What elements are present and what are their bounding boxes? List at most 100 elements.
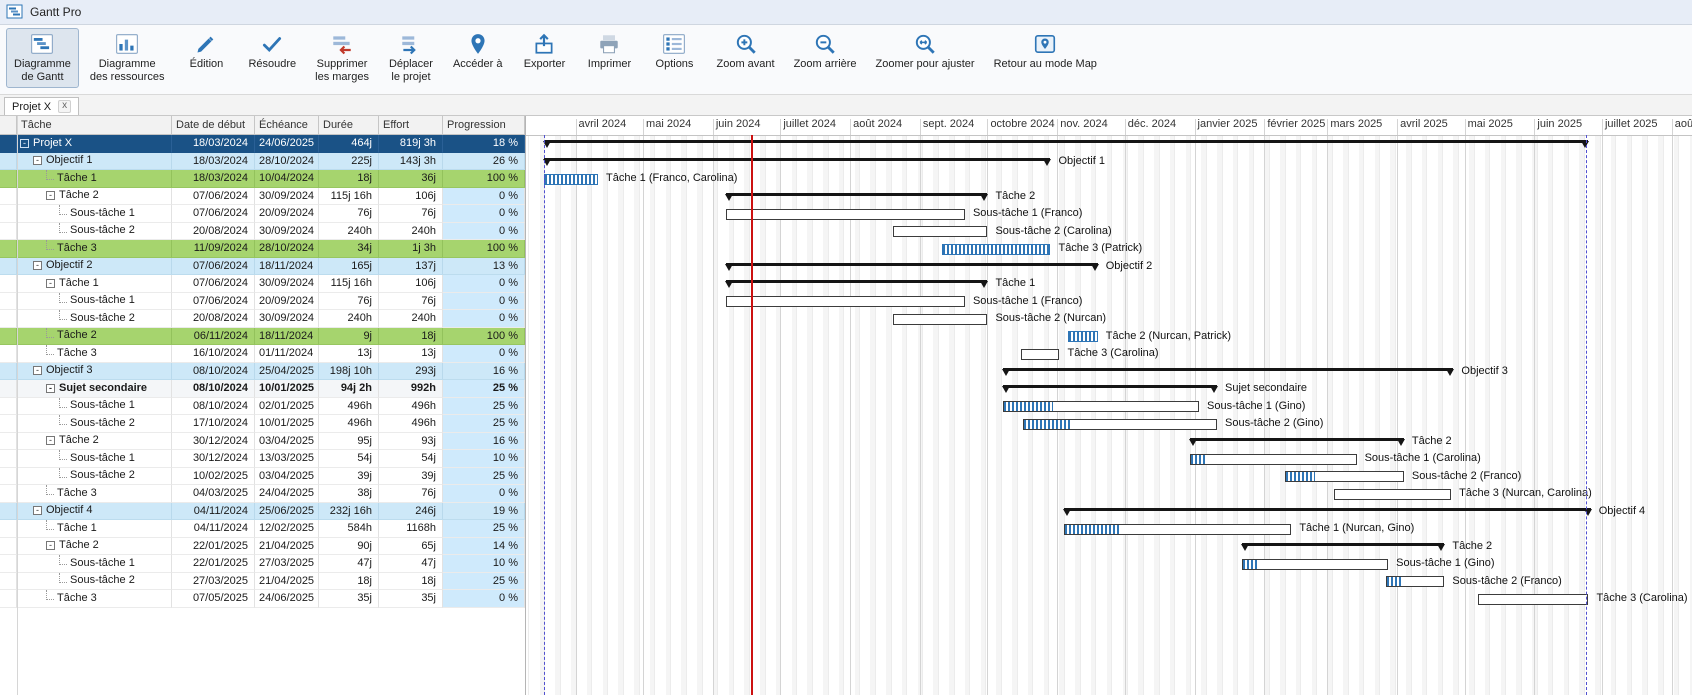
summary-bar[interactable] — [726, 280, 987, 283]
summary-bar[interactable] — [1003, 385, 1217, 388]
toolbar-button-resource-chart[interactable]: Diagramme des ressources — [82, 28, 173, 88]
task-bar[interactable] — [1386, 576, 1445, 587]
toolbar-button-export[interactable]: Exporter — [513, 28, 575, 75]
table-row[interactable]: Tâche 311/09/202428/10/202434j1j 3h100 % — [0, 240, 525, 258]
toolbar-button-zoom-in[interactable]: Zoom avant — [708, 28, 782, 75]
toolbar-button-options[interactable]: Options — [643, 28, 705, 75]
column-header-1[interactable]: Tâche — [17, 116, 172, 134]
toolbar-button-print[interactable]: Imprimer — [578, 28, 640, 75]
table-row[interactable]: Sous-tâche 122/01/202527/03/202547j47j10… — [0, 555, 525, 573]
summary-bar[interactable] — [544, 158, 1050, 161]
table-row[interactable]: -Objectif 207/06/202418/11/2024165j137j1… — [0, 258, 525, 276]
toolbar-button-resolve[interactable]: Résoudre — [240, 28, 304, 75]
tab-projet-x[interactable]: Projet X x — [4, 97, 79, 115]
toolbar-button-map-mode[interactable]: Retour au mode Map — [986, 28, 1105, 75]
toolbar-button-delete-margins[interactable]: Supprimer les marges — [307, 28, 377, 88]
month-label: août 2024 — [853, 118, 902, 130]
table-row[interactable]: Tâche 104/11/202412/02/2025584h1168h25 % — [0, 520, 525, 538]
toolbar-button-edit[interactable]: Édition — [175, 28, 237, 75]
collapse-icon[interactable]: - — [33, 366, 42, 375]
task-name-cell: Sous-tâche 2 — [17, 223, 172, 241]
task-bar[interactable] — [1064, 524, 1291, 535]
table-row[interactable]: Tâche 206/11/202418/11/20249j18j100 % — [0, 328, 525, 346]
collapse-icon[interactable]: - — [46, 541, 55, 550]
table-row[interactable]: Sous-tâche 217/10/202410/01/2025496h496h… — [0, 415, 525, 433]
task-bar[interactable] — [726, 296, 965, 307]
week-gridline — [1474, 135, 1475, 695]
task-bar[interactable] — [893, 226, 988, 237]
column-header-4[interactable]: Durée — [319, 116, 379, 134]
duration-cell: 496h — [319, 398, 379, 416]
effort-cell: 137j — [379, 258, 443, 276]
collapse-icon[interactable]: - — [33, 506, 42, 515]
task-bar[interactable] — [1003, 401, 1199, 412]
task-bar[interactable] — [1068, 331, 1097, 342]
task-bar[interactable] — [1021, 349, 1059, 360]
collapse-icon[interactable]: - — [33, 261, 42, 270]
summary-bar[interactable] — [726, 263, 1097, 266]
collapse-icon[interactable]: - — [20, 139, 29, 148]
week-gridline — [670, 135, 671, 695]
month-label: nov. 2024 — [1060, 118, 1108, 130]
week-gridline — [1647, 135, 1648, 695]
table-row[interactable]: Sous-tâche 210/02/202503/04/202539j39j25… — [0, 468, 525, 486]
table-row[interactable]: Sous-tâche 220/08/202430/09/2024240h240h… — [0, 310, 525, 328]
summary-bar[interactable] — [1242, 543, 1445, 546]
week-gridline — [1395, 135, 1396, 695]
summary-bar[interactable] — [1190, 438, 1404, 441]
task-name: Sous-tâche 2 — [70, 415, 135, 432]
summary-bar[interactable] — [726, 193, 987, 196]
table-row[interactable]: Tâche 304/03/202524/04/202538j76j0 % — [0, 485, 525, 503]
task-bar[interactable] — [1190, 454, 1357, 465]
task-bar[interactable] — [1478, 594, 1588, 605]
table-row[interactable]: -Tâche 107/06/202430/09/2024115j 16h106j… — [0, 275, 525, 293]
collapse-icon[interactable]: - — [46, 279, 55, 288]
table-row[interactable]: Sous-tâche 130/12/202413/03/202554j54j10… — [0, 450, 525, 468]
column-header-2[interactable]: Date de début — [172, 116, 255, 134]
summary-bar[interactable] — [1003, 368, 1453, 371]
table-row[interactable]: Sous-tâche 108/10/202402/01/2025496h496h… — [0, 398, 525, 416]
effort-cell: 496h — [379, 415, 443, 433]
table-row[interactable]: -Objectif 404/11/202425/06/2025232j 16h2… — [0, 503, 525, 521]
table-row[interactable]: -Tâche 207/06/202430/09/2024115j 16h106j… — [0, 188, 525, 206]
toolbar-button-goto[interactable]: Accéder à — [445, 28, 511, 75]
table-row[interactable]: -Tâche 222/01/202521/04/202590j65j14 % — [0, 538, 525, 556]
titlebar: Gantt Pro — [0, 0, 1692, 25]
table-row[interactable]: Tâche 118/03/202410/04/202418j36j100 % — [0, 170, 525, 188]
task-bar[interactable] — [1023, 419, 1217, 430]
summary-bar[interactable] — [1064, 508, 1591, 511]
task-bar[interactable] — [893, 314, 988, 325]
table-row[interactable]: -Objectif 308/10/202425/04/2025198j 10h2… — [0, 363, 525, 381]
collapse-icon[interactable]: - — [46, 384, 55, 393]
table-row[interactable]: -Projet X18/03/202424/06/2025464j819j 3h… — [0, 135, 525, 153]
task-bar[interactable] — [1285, 471, 1404, 482]
toolbar-button-gantt-chart[interactable]: Diagramme de Gantt — [6, 28, 79, 88]
table-row[interactable]: -Sujet secondaire08/10/202410/01/202594j… — [0, 380, 525, 398]
collapse-icon[interactable]: - — [46, 436, 55, 445]
toolbar-button-label: Retour au mode Map — [994, 58, 1097, 71]
column-header-3[interactable]: Échéance — [255, 116, 319, 134]
table-row[interactable]: Sous-tâche 227/03/202521/04/202518j18j25… — [0, 573, 525, 591]
toolbar-button-zoom-fit[interactable]: Zoomer pour ajuster — [868, 28, 983, 75]
table-row[interactable]: Tâche 316/10/202401/11/202413j13j0 % — [0, 345, 525, 363]
table-row[interactable]: -Objectif 118/03/202428/10/2024225j143j … — [0, 153, 525, 171]
collapse-icon[interactable]: - — [33, 156, 42, 165]
task-bar[interactable] — [942, 244, 1050, 255]
summary-bar[interactable] — [544, 140, 1588, 143]
task-bar[interactable] — [544, 174, 598, 185]
table-row[interactable]: Sous-tâche 107/06/202420/09/202476j76j0 … — [0, 293, 525, 311]
toolbar-button-move-project[interactable]: Déplacer le projet — [380, 28, 442, 88]
table-row[interactable]: -Tâche 230/12/202403/04/202595j93j16 % — [0, 433, 525, 451]
tab-close-icon[interactable]: x — [58, 100, 71, 113]
table-row[interactable]: Sous-tâche 107/06/202420/09/202476j76j0 … — [0, 205, 525, 223]
task-bar[interactable] — [1334, 489, 1451, 500]
collapse-icon[interactable]: - — [46, 191, 55, 200]
table-row[interactable]: Tâche 307/05/202524/06/202535j35j0 % — [0, 590, 525, 608]
column-header-6[interactable]: Progression — [443, 116, 525, 134]
task-bar[interactable] — [726, 209, 965, 220]
task-bar[interactable] — [1242, 559, 1388, 570]
column-header-5[interactable]: Effort — [379, 116, 443, 134]
table-row[interactable]: Sous-tâche 220/08/202430/09/2024240h240h… — [0, 223, 525, 241]
due-date-cell: 30/09/2024 — [255, 275, 319, 293]
toolbar-button-zoom-out[interactable]: Zoom arrière — [786, 28, 865, 75]
